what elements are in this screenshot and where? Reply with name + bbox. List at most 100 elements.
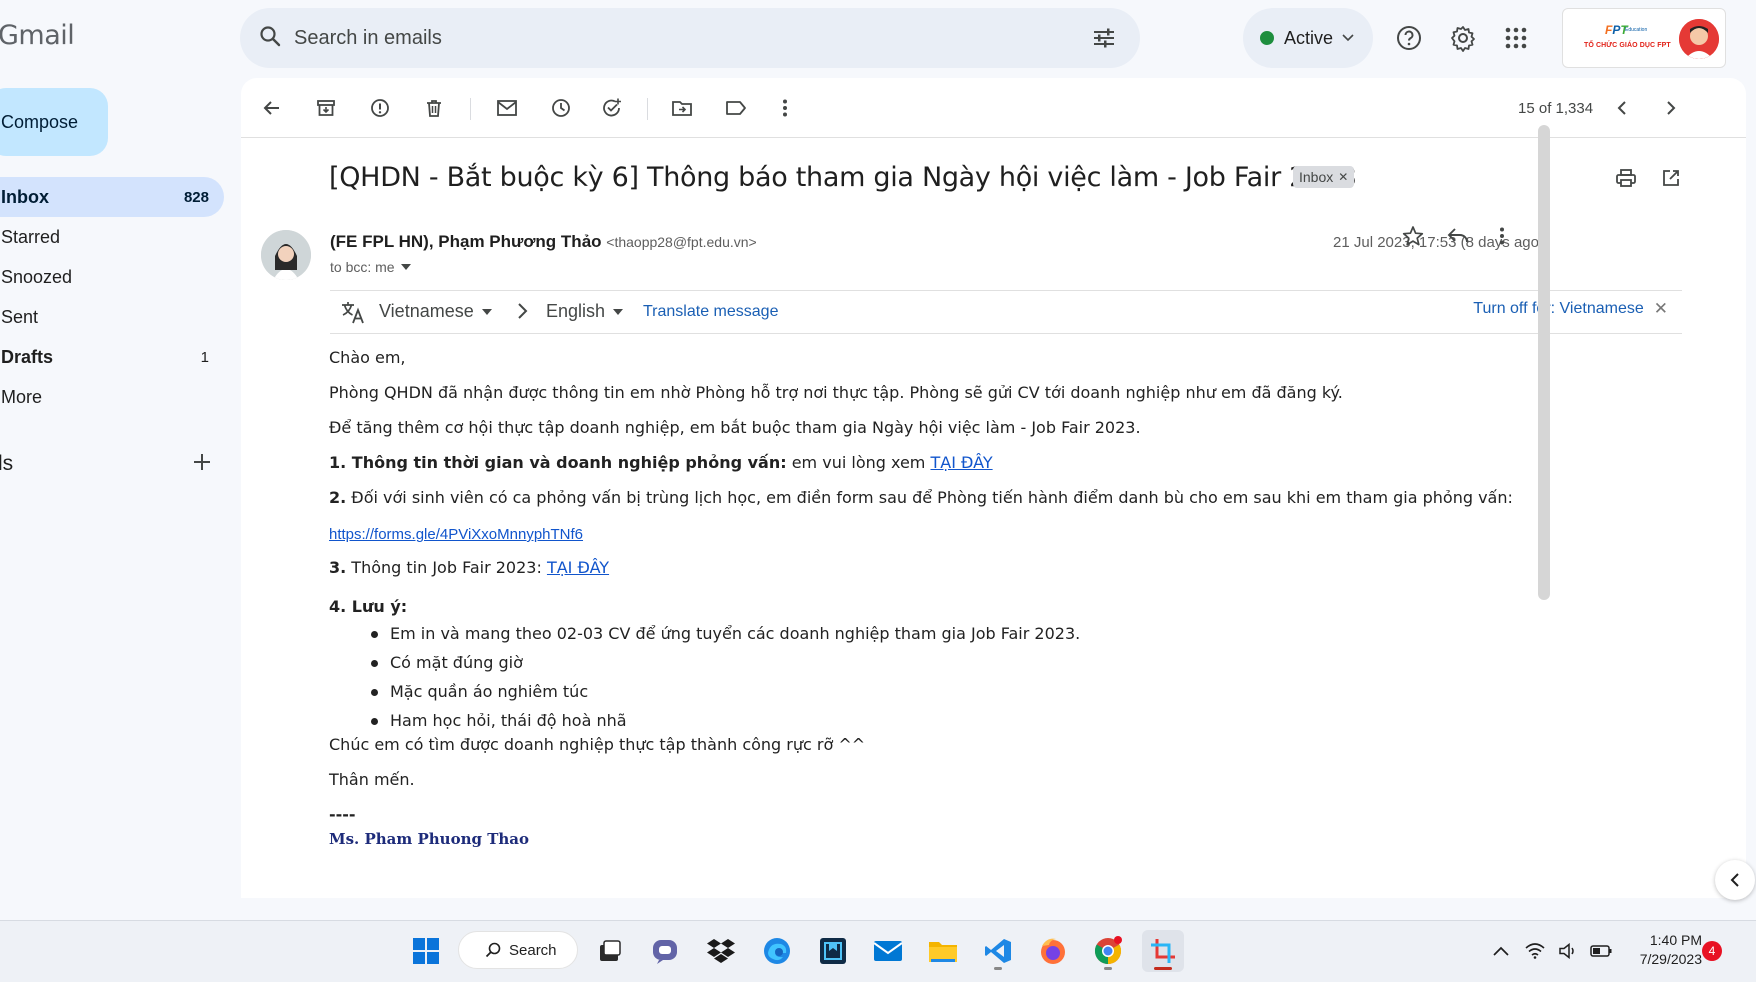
google-form-link[interactable]: https://forms.gle/4PViXxoMnnyphTNf6 [329, 526, 583, 543]
recipients-text: to bcc: me [330, 259, 395, 275]
add-task-icon[interactable] [598, 94, 626, 122]
source-language-select[interactable]: Vietnamese [379, 301, 492, 322]
message-pane: 15 of 1,334 [QHDN - Bắt buộc kỳ 6] Thông… [241, 78, 1746, 898]
mark-unread-icon[interactable] [493, 94, 521, 122]
section-1: 1. Thông tin thời gian và doanh nghiệp p… [329, 453, 993, 472]
close-icon[interactable]: ✕ [1654, 299, 1668, 319]
open-in-new-window-icon[interactable] [1657, 164, 1685, 192]
label-chip-text: Inbox [1299, 169, 1334, 185]
turn-off-label[interactable]: Turn off for: Vietnamese [1473, 300, 1643, 318]
unread-count: 828 [183, 188, 209, 206]
status-label: Active [1284, 27, 1334, 48]
taskbar-search[interactable]: Search [458, 931, 578, 969]
search-input[interactable] [294, 18, 1054, 58]
caret-down-icon [481, 308, 492, 315]
section-4: 4. Lưu ý: [329, 597, 407, 616]
teams-chat-icon[interactable] [644, 930, 686, 972]
search-bar[interactable] [240, 8, 1140, 68]
move-to-folder-icon[interactable] [668, 94, 696, 122]
account-switcher[interactable]: FPT Education TỔ CHỨC GIÁO DỤC FPT [1562, 8, 1726, 68]
status-dropdown[interactable]: Active [1243, 8, 1373, 68]
translate-icon [340, 299, 366, 330]
sidebar-item-starred[interactable]: Starred [0, 217, 224, 257]
gear-icon[interactable] [1447, 22, 1479, 54]
mail-app-icon[interactable] [867, 930, 909, 972]
label-icon[interactable] [722, 94, 750, 122]
apps-grid-icon[interactable] [1500, 22, 1532, 54]
sender-email: <thaopp28@fpt.edu.vn> [606, 234, 757, 250]
chevron-left-icon[interactable] [1608, 94, 1636, 122]
scrollbar-thumb[interactable] [1538, 125, 1550, 600]
star-icon[interactable] [1399, 222, 1427, 250]
print-icon[interactable] [1612, 164, 1640, 192]
target-language-select[interactable]: English [546, 301, 624, 322]
system-clock[interactable]: 1:40 PM 7/29/2023 [1622, 931, 1702, 969]
battery-icon[interactable] [1586, 930, 1616, 972]
caret-down-icon [613, 308, 624, 315]
translate-message-link[interactable]: Translate message [643, 303, 778, 321]
ms-store-icon[interactable] [812, 930, 854, 972]
dropbox-icon[interactable] [700, 930, 742, 972]
chrome-icon[interactable] [1087, 930, 1129, 972]
sidebar-item-more[interactable]: More [0, 377, 224, 417]
plus-icon[interactable] [190, 450, 214, 474]
sidebar-item-drafts[interactable]: Drafts 1 [0, 337, 224, 377]
task-view-icon[interactable] [589, 930, 631, 972]
sidebar-item-label: More [1, 386, 43, 407]
firefox-icon[interactable] [1032, 930, 1074, 972]
search-icon[interactable] [258, 24, 282, 53]
file-explorer-icon[interactable] [922, 930, 964, 972]
notification-badge[interactable]: 4 [1702, 941, 1722, 961]
close-icon[interactable]: ✕ [1338, 170, 1348, 184]
section-heading: 1. Thông tin thời gian và doanh nghiệp p… [329, 453, 787, 472]
side-panel-toggle[interactable] [1715, 860, 1755, 900]
avatar[interactable] [1679, 19, 1719, 59]
volume-icon[interactable] [1554, 930, 1582, 972]
translate-bar: Vietnamese English Translate message Tur… [330, 290, 1682, 334]
status-dot [1260, 31, 1274, 45]
pagination-count: 15 of 1,334 [1518, 100, 1594, 117]
sidebar-item-sent[interactable]: Sent [0, 297, 224, 337]
wifi-icon[interactable] [1521, 930, 1549, 972]
trash-icon[interactable] [420, 94, 448, 122]
here-link[interactable]: TẠI ĐÂY [930, 453, 992, 472]
chevron-up-icon[interactable] [1487, 930, 1515, 972]
chevron-right-icon[interactable] [1657, 94, 1685, 122]
list-item: Em in và mang theo 02-03 CV để ứng tuyển… [371, 624, 1080, 653]
windows-taskbar: Search 1:40 PM 7/29/2023 4 [0, 920, 1756, 982]
sidebar-item-inbox[interactable]: Inbox 828 [0, 177, 224, 217]
turn-off-translation[interactable]: Turn off for: Vietnamese ✕ [1473, 299, 1668, 319]
help-icon[interactable] [1393, 22, 1425, 54]
chevron-left-icon [1730, 873, 1739, 887]
back-arrow-icon[interactable] [258, 94, 286, 122]
gmail-logo[interactable]: Gmail [0, 20, 75, 51]
caret-down-icon [400, 264, 411, 270]
body-signoff: Thân mến. [329, 770, 415, 789]
compose-button[interactable]: Compose [0, 88, 108, 156]
inbox-label-chip[interactable]: Inbox ✕ [1293, 166, 1355, 188]
body-greeting: Chào em, [329, 348, 406, 367]
labels-heading: ls [0, 452, 14, 475]
section-heading: 2. [329, 488, 347, 507]
vscode-icon[interactable] [977, 930, 1019, 972]
recipients-toggle[interactable]: to bcc: me [330, 259, 411, 275]
body-paragraph: Phòng QHDN đã nhận được thông tin em nhờ… [329, 383, 1343, 402]
section-text: Thông tin Job Fair 2023: [346, 558, 547, 577]
section-text: Đối với sinh viên có ca phỏng vấn bị trù… [346, 488, 1513, 507]
snooze-clock-icon[interactable] [547, 94, 575, 122]
section-heading: 3. [329, 558, 347, 577]
search-options-icon[interactable] [1092, 26, 1116, 55]
archive-icon[interactable] [312, 94, 340, 122]
report-spam-icon[interactable] [366, 94, 394, 122]
clock-time: 1:40 PM [1649, 932, 1702, 948]
sidebar-item-snoozed[interactable]: Snoozed [0, 257, 224, 297]
windows-start-icon[interactable] [405, 930, 447, 972]
snipping-tool-icon[interactable] [1142, 930, 1184, 972]
reply-icon[interactable] [1444, 222, 1472, 250]
edge-browser-icon[interactable] [756, 930, 798, 972]
more-vert-icon[interactable] [771, 94, 799, 122]
running-indicator [994, 967, 1002, 970]
sender-avatar[interactable] [261, 230, 311, 280]
more-vert-icon[interactable] [1488, 222, 1516, 250]
here-link[interactable]: TẠI ĐÂY [547, 558, 609, 577]
